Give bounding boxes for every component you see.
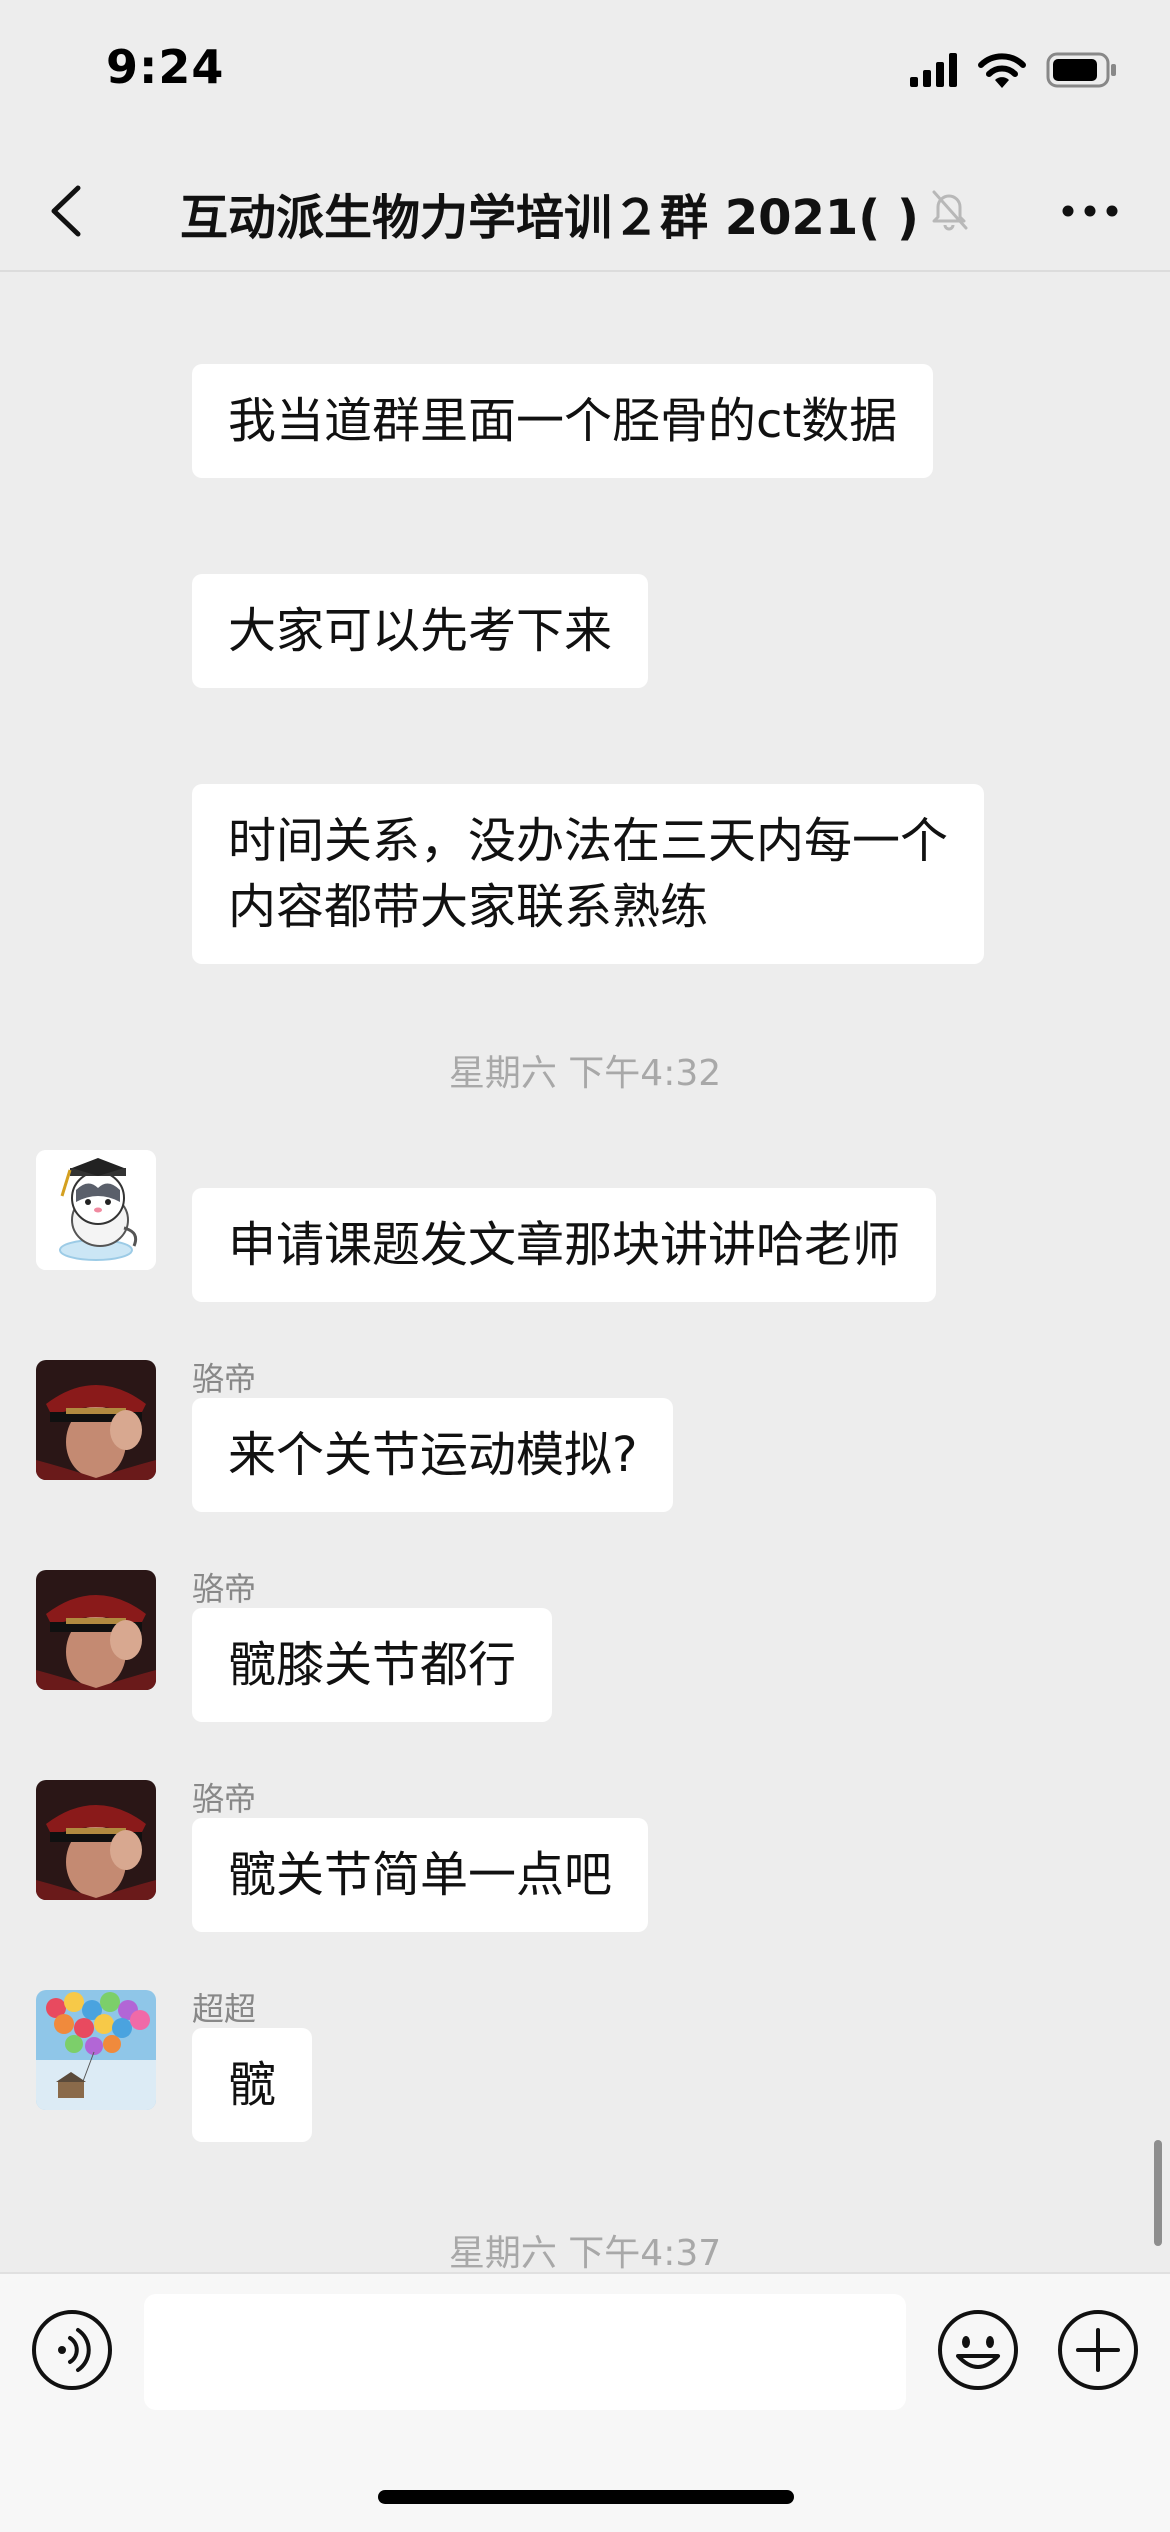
emoji-icon: [938, 2310, 1018, 2390]
balloon-house-avatar: [36, 1990, 156, 2110]
status-time: 9:24: [106, 40, 225, 94]
avatar[interactable]: [36, 1990, 156, 2110]
status-bar: 9:24: [0, 0, 1170, 150]
message-bubble[interactable]: 大家可以先考下来: [192, 574, 649, 688]
message-line: 时间关系，没办法在三天内每一个: [228, 813, 949, 869]
cat-avatar: [36, 1150, 156, 1270]
more-dots-icon: [1062, 205, 1118, 217]
avatar[interactable]: [36, 1780, 156, 1900]
message-input[interactable]: [144, 2294, 906, 2410]
mute-bell-icon: [932, 190, 968, 231]
message-bubble[interactable]: 我当道群里面一个胫骨的ct数据: [192, 364, 934, 478]
sender-name: 骆帝: [192, 1360, 257, 1398]
avatar[interactable]: [36, 1570, 156, 1690]
message-bubble[interactable]: 时间关系，没办法在三天内每一个 内容都带大家联系熟练: [192, 784, 985, 964]
timestamp-divider: 星期六 下午4:37: [448, 2233, 722, 2272]
scrollbar[interactable]: [1154, 2140, 1162, 2246]
message-bubble[interactable]: 来个关节运动模拟?: [192, 1398, 674, 1512]
cellular-signal-icon: [910, 53, 957, 87]
avatar[interactable]: [36, 1150, 156, 1270]
message-list[interactable]: 我当道群里面一个胫骨的ct数据 大家可以先考下来 时间关系，没办法在三天内每一个…: [0, 274, 1170, 2272]
message-bubble[interactable]: 髋关节简单一点吧: [192, 1818, 649, 1932]
timestamp-divider: 星期六 下午4:32: [448, 1053, 722, 1094]
voice-icon: [32, 2310, 112, 2390]
cap-man-avatar: [36, 1570, 156, 1690]
emoji-button[interactable]: [936, 2308, 1020, 2396]
chat-header: 互动派生物力学培训２群 2021( ): [0, 150, 1170, 272]
sender-name: 骆帝: [192, 1780, 257, 1818]
battery-icon: [1046, 52, 1116, 88]
cap-man-avatar: [36, 1360, 156, 1480]
message-bubble[interactable]: 髋膝关节都行: [192, 1608, 553, 1722]
back-chevron-icon: [51, 185, 81, 237]
plus-icon: [1058, 2310, 1138, 2390]
cap-man-avatar: [36, 1780, 156, 1900]
wifi-icon: [978, 53, 1026, 88]
message-bubble[interactable]: 髋: [192, 2028, 313, 2142]
status-icons: [910, 52, 1118, 88]
more-button[interactable]: [1060, 186, 1120, 236]
sender-name: 超超: [192, 1990, 257, 2028]
sender-name: 骆帝: [192, 1570, 257, 1608]
home-indicator[interactable]: [378, 2490, 794, 2504]
message-bubble[interactable]: 申请课题发文章那块讲讲哈老师: [192, 1188, 937, 1302]
voice-button[interactable]: [30, 2308, 114, 2396]
more-tools-button[interactable]: [1056, 2308, 1140, 2396]
message-line: 内容都带大家联系熟练: [228, 879, 709, 935]
back-button[interactable]: [40, 180, 100, 242]
avatar[interactable]: [36, 1360, 156, 1480]
chat-title: 互动派生物力学培训２群 2021( ): [180, 190, 919, 246]
